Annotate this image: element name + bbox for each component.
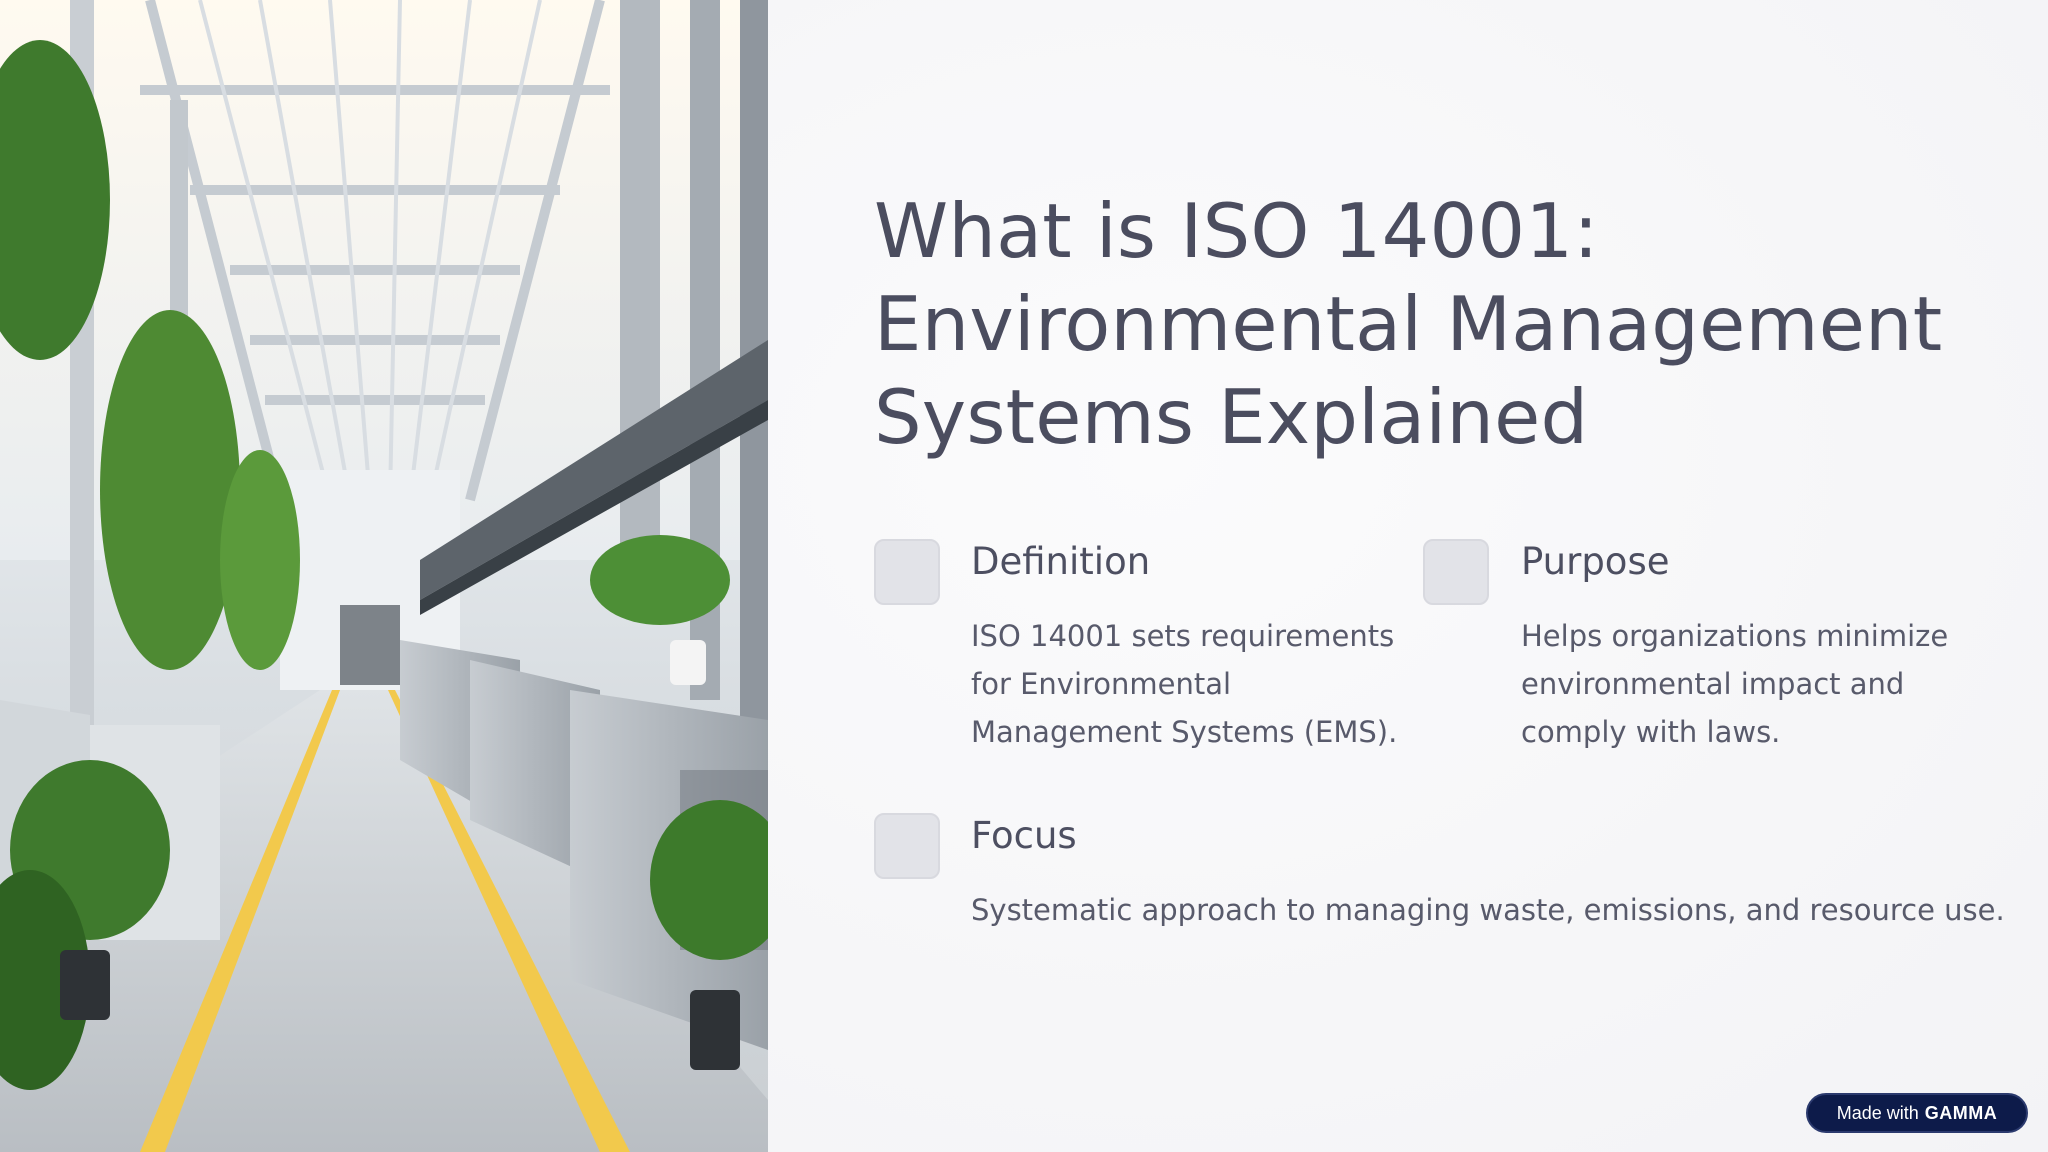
focus-heading: Focus [971,814,1077,857]
made-with-gamma-badge[interactable]: Made with GAMMA [1806,1093,2028,1133]
factory-illustration [0,0,768,1152]
gamma-logo: GAMMA [1924,1102,1998,1123]
definition-text: ISO 14001 sets requirements for Environm… [971,619,1398,749]
content-panel [768,0,2048,1152]
definition-heading: Definition [971,540,1151,583]
factory-hall-photo [0,0,768,1152]
badge-prefix: Made with [1836,1102,1919,1123]
definition-icon [874,539,940,605]
focus-icon [874,813,940,879]
purpose-text: Helps organizations minimize environment… [1521,619,1949,749]
purpose-icon [1423,539,1489,605]
slide-title: What is ISO 14001: Environmental Managem… [874,187,1943,461]
purpose-heading: Purpose [1521,540,1670,583]
focus-text: Systematic approach to managing waste, e… [971,893,2005,927]
